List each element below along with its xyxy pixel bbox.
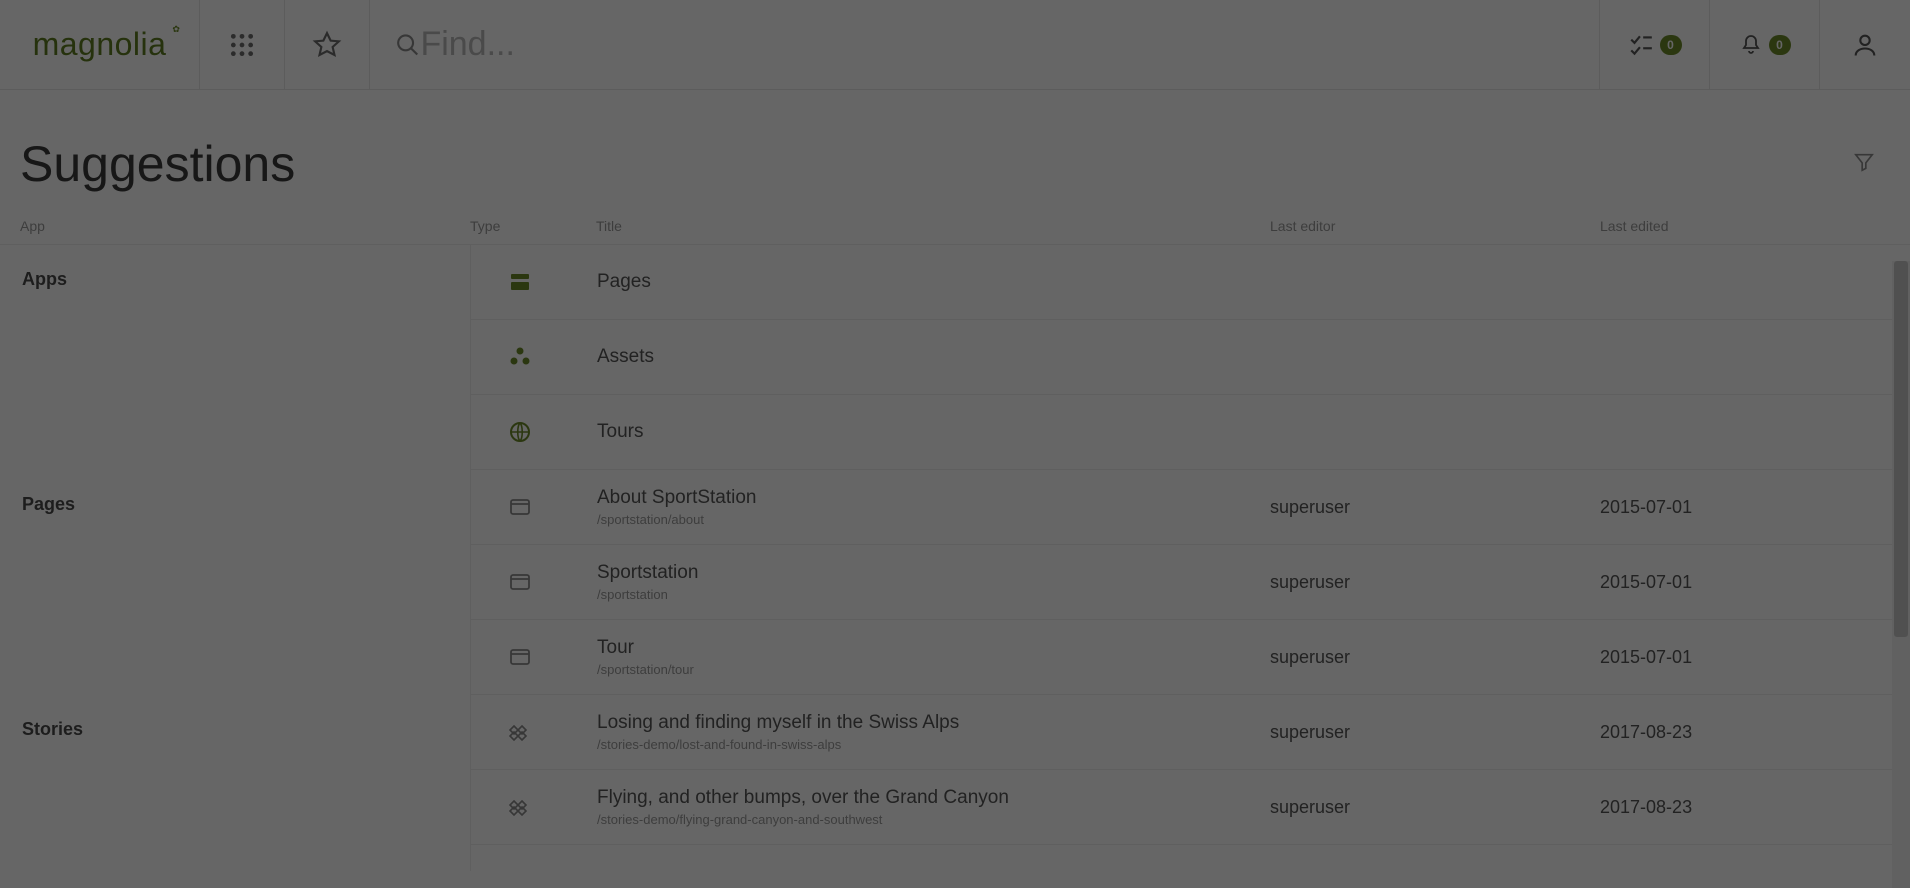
table-row[interactable]: Assets [471,320,1910,395]
app-launcher-button[interactable] [200,0,285,89]
row-title-block: Tour/sportstation/tour [569,637,1270,677]
tasks-icon [1628,32,1654,58]
row-path: /stories-demo/lost-and-found-in-swiss-al… [597,737,1270,753]
row-path: /sportstation/about [597,512,1270,528]
row-title-block: Tours [569,421,1270,444]
row-path: /stories-demo/flying-grand-canyon-and-so… [597,812,1270,828]
brand-flower-icon: ✿ [172,24,180,35]
row-path: /sportstation [597,587,1270,603]
row-title-block: About SportStation/sportstation/about [569,487,1270,527]
suggestions-header: Suggestions [0,90,1910,208]
row-editor: superuser [1270,572,1600,593]
scrollbar[interactable] [1892,261,1910,888]
scrollbar-thumb[interactable] [1894,261,1908,637]
grid-icon [229,32,255,58]
notifications-button[interactable]: 0 [1710,0,1820,89]
row-path: /sportstation/tour [597,662,1270,678]
group-label: Apps [0,245,470,470]
row-edited: 2015-07-01 [1600,497,1910,518]
row-title: Pages [597,271,1270,294]
col-header-app[interactable]: App [0,218,470,234]
page-icon [471,570,569,594]
row-edited: 2015-07-01 [1600,572,1910,593]
app-assets-icon [471,345,569,369]
suggestions-title: Suggestions [20,135,295,193]
search-icon [395,32,420,58]
row-edited: 2017-08-23 [1600,722,1910,743]
suggestions-grid: AppsPagesStories PagesAssetsToursAbout S… [0,245,1910,871]
row-title: Assets [597,346,1270,369]
row-title: Flying, and other bumps, over the Grand … [597,787,1270,810]
app-pages-icon [471,270,569,294]
group-label: Pages [0,470,470,695]
table-row[interactable]: About SportStation/sportstation/aboutsup… [471,470,1910,545]
brand-logo[interactable]: magnolia ✿ [0,0,200,89]
col-header-title[interactable]: Title [568,218,1270,234]
row-editor: superuser [1270,722,1600,743]
app-tours-icon [471,420,569,444]
table-row[interactable]: Tours [471,395,1910,470]
row-editor: superuser [1270,647,1600,668]
brand-name: magnolia [33,26,167,62]
row-title-block: Sportstation/sportstation [569,562,1270,602]
row-edited: 2015-07-01 [1600,647,1910,668]
col-header-edited[interactable]: Last edited [1600,218,1910,234]
person-icon [1851,31,1879,59]
row-title-block: Losing and finding myself in the Swiss A… [569,712,1270,752]
table-row[interactable]: Pages [471,245,1910,320]
search-input[interactable] [420,25,1599,64]
bell-icon [1739,33,1763,57]
row-title: Tour [597,637,1270,660]
star-icon [312,30,342,60]
row-title-block: Pages [569,271,1270,294]
row-editor: superuser [1270,497,1600,518]
tasks-badge: 0 [1660,35,1682,55]
filter-icon [1853,151,1875,173]
row-title: Tours [597,421,1270,444]
profile-button[interactable] [1820,0,1910,89]
group-label: Stories [0,695,470,845]
row-title-block: Flying, and other bumps, over the Grand … [569,787,1270,827]
page-icon [471,645,569,669]
search-cell [370,0,1600,89]
table-row[interactable]: Sportstation/sportstationsuperuser2015-0… [471,545,1910,620]
topbar: magnolia ✿ [0,0,1910,90]
favorites-button[interactable] [285,0,370,89]
row-title: Losing and finding myself in the Swiss A… [597,712,1270,735]
table-row[interactable]: Losing and finding myself in the Swiss A… [471,695,1910,770]
row-title-block: Assets [569,346,1270,369]
row-title: About SportStation [597,487,1270,510]
col-header-type[interactable]: Type [470,218,568,234]
row-editor: superuser [1270,797,1600,818]
table-row[interactable]: Flying, and other bumps, over the Grand … [471,770,1910,845]
row-edited: 2017-08-23 [1600,797,1910,818]
notifications-badge: 0 [1769,35,1791,55]
story-icon [471,795,569,819]
filter-button[interactable] [1853,151,1875,178]
tasks-button[interactable]: 0 [1600,0,1710,89]
table-row[interactable]: Tour/sportstation/toursuperuser2015-07-0… [471,620,1910,695]
row-title: Sportstation [597,562,1270,585]
col-header-editor[interactable]: Last editor [1270,218,1600,234]
column-headers: App Type Title Last editor Last edited [0,208,1910,245]
story-icon [471,720,569,744]
page-icon [471,495,569,519]
